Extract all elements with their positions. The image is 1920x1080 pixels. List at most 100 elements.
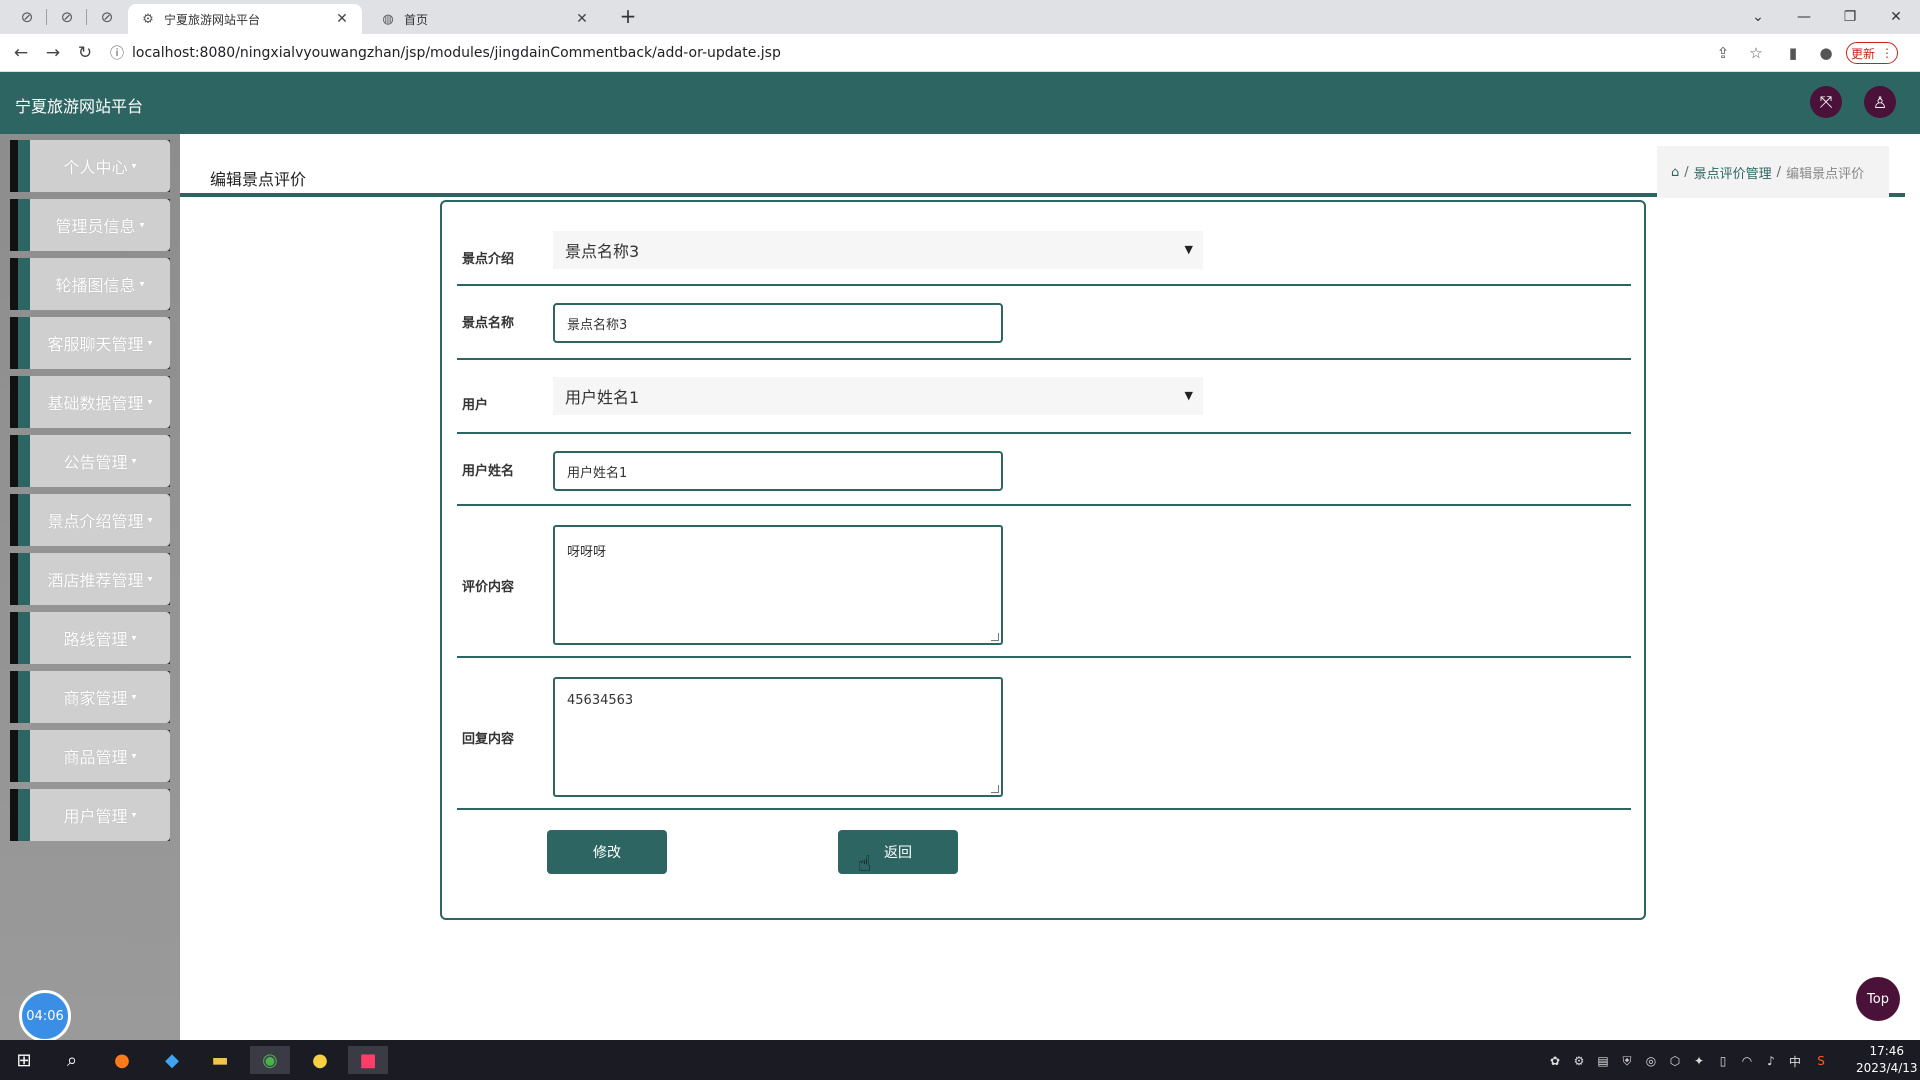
update-button[interactable]: 更新 ⋮ [1846,42,1898,64]
intellij-icon[interactable]: ■ [348,1046,388,1074]
minimize-button[interactable]: — [1782,4,1826,30]
back-button[interactable]: 返回 [838,830,958,874]
caret-down-icon: ▾ [131,160,137,172]
app-icon[interactable]: ● [300,1046,340,1074]
chevron-down-icon[interactable]: ⌄ [1736,4,1780,30]
browser-tab[interactable]: ◍ 首页 ✕ [368,4,602,34]
reload-icon[interactable]: ↻ [74,42,96,64]
submit-button[interactable]: 修改 [547,830,667,874]
sidebar-item-user[interactable]: 用户管理 ▾ [10,789,170,841]
info-icon[interactable]: ⓘ [110,43,132,63]
sidebar-item-route[interactable]: 路线管理 ▾ [10,612,170,664]
spot-name-input[interactable]: 景点名称3 [553,303,1003,343]
vscode-icon[interactable]: ◆ [152,1046,192,1074]
tray-icon[interactable]: ✦ [1690,1052,1708,1070]
breadcrumb-parent[interactable]: 景点评价管理 [1694,163,1772,182]
new-tab-button[interactable]: + [616,6,640,28]
caret-down-icon: ▾ [139,278,145,290]
ime-indicator[interactable]: 中 [1786,1052,1804,1070]
field-label: 评价内容 [462,580,515,595]
sidebar-item-spot-intro[interactable]: 景点介绍管理 ▾ [10,494,170,546]
browser-tab-bar: ⊘ ⊘ ⊘ ⚙ 宁夏旅游网站平台 ✕ ◍ 首页 ✕ + ⌄ — ❐ ✕ [0,0,1920,34]
profile-icon[interactable]: ● [1815,42,1837,64]
windows-start-icon[interactable]: ⊞ [4,1046,44,1074]
sidebar-item-notice[interactable]: 公告管理 ▾ [10,435,170,487]
sogou-icon[interactable]: S [1812,1052,1830,1070]
header-divider [180,193,1905,197]
taskbar-clock[interactable]: 17:46 2023/4/13 [1856,1043,1918,1077]
sidebar-item-chat-management[interactable]: 客服聊天管理 ▾ [10,317,170,369]
sidebar-item-product[interactable]: 商品管理 ▾ [10,730,170,782]
caret-down-icon: ▾ [131,691,137,703]
side-panel-icon[interactable]: ▮ [1782,42,1804,64]
sidebar-item-label: 商家管理 [63,689,128,708]
form-row-user: 用户 用户姓名1 ▼ [457,360,1631,434]
resize-handle[interactable] [991,633,999,641]
breadcrumb-separator: / [1684,164,1689,180]
resize-handle[interactable] [991,785,999,793]
fullscreen-icon[interactable]: ⤧ [1810,86,1842,118]
close-icon[interactable]: ✕ [574,11,590,27]
restore-button[interactable]: ❐ [1828,4,1872,30]
pinned-tab-icon[interactable]: ⊘ [56,6,78,28]
textarea-value: 呀呀呀 [567,545,607,560]
chrome-icon[interactable]: ◉ [250,1046,290,1074]
forward-arrow-icon[interactable]: → [42,42,64,64]
sidebar-item-basic-data[interactable]: 基础数据管理 ▾ [10,376,170,428]
update-label: 更新 [1850,46,1875,61]
share-icon[interactable]: ⇪ [1712,42,1734,64]
caret-down-icon: ▼ [1184,389,1193,402]
close-icon[interactable]: ✕ [334,11,350,27]
star-icon[interactable]: ☆ [1745,42,1767,64]
sidebar-item-personal-center[interactable]: 个人中心 ▾ [10,140,170,192]
form-row-spot-name: 景点名称 景点名称3 [457,286,1631,360]
firefox-icon[interactable]: ● [102,1046,142,1074]
tray-icon[interactable]: ◎ [1642,1052,1660,1070]
sidebar-item-admin-info[interactable]: 管理员信息 ▾ [10,199,170,251]
home-icon[interactable]: ⌂ [1671,165,1679,180]
select-value: 景点名称3 [565,242,640,261]
back-to-top-button[interactable]: Top [1856,977,1900,1021]
user-select[interactable]: 用户姓名1 ▼ [553,377,1203,415]
sidebar-item-label: 公告管理 [63,453,128,472]
reply-textarea[interactable]: 45634563 [553,677,1003,797]
address-bar[interactable]: ⓘ localhost:8080/ningxialvyouwangzhan/js… [110,39,1670,67]
sidebar: 个人中心 ▾ 管理员信息 ▾ 轮播图信息 ▾ 客服聊天管理 ▾ 基础数据管理 ▾ 公告管理… [0,134,180,1040]
window-close-button[interactable]: ✕ [1874,4,1918,30]
pinned-tab-icon[interactable]: ⊘ [96,6,118,28]
hand-cursor-icon: ☝ [858,852,872,877]
battery-icon[interactable]: ▯ [1714,1052,1732,1070]
pinned-tab-icon[interactable]: ⊘ [16,6,38,28]
tab-title: 首页 [404,12,429,27]
browser-tab-active[interactable]: ⚙ 宁夏旅游网站平台 ✕ [128,4,362,34]
sidebar-item-merchant[interactable]: 商家管理 ▾ [10,671,170,723]
form-row-comment: 评价内容 呀呀呀 [457,506,1631,658]
caret-down-icon: ▼ [1184,243,1193,256]
tray-icon[interactable]: ✿ [1546,1052,1564,1070]
sidebar-item-label: 路线管理 [63,630,128,649]
volume-icon[interactable]: ♪ [1762,1052,1780,1070]
tray-icon[interactable]: ▤ [1594,1052,1612,1070]
search-icon[interactable]: ⌕ [52,1046,92,1074]
sidebar-item-carousel-info[interactable]: 轮播图信息 ▾ [10,258,170,310]
file-explorer-icon[interactable]: ▬ [200,1046,240,1074]
comment-textarea[interactable]: 呀呀呀 [553,525,1003,645]
sidebar-item-label: 酒店推荐管理 [47,571,144,590]
back-arrow-icon[interactable]: ← [10,42,32,64]
user-icon[interactable]: ♙ [1864,86,1896,118]
tray-icon[interactable]: ⬡ [1666,1052,1684,1070]
textarea-value: 45634563 [567,693,634,708]
breadcrumb: ⌂ / 景点评价管理 / 编辑景点评价 [1657,146,1889,198]
sidebar-item-label: 用户管理 [63,807,128,826]
user-name-input[interactable]: 用户姓名1 [553,451,1003,491]
wifi-icon[interactable]: ◠ [1738,1052,1756,1070]
caret-down-icon: ▾ [131,809,137,821]
shield-icon[interactable]: ⛨ [1618,1052,1636,1070]
spot-intro-select[interactable]: 景点名称3 ▼ [553,231,1203,269]
tray-icon[interactable]: ⚙ [1570,1052,1588,1070]
breadcrumb-separator: / [1776,164,1782,180]
page-title: 编辑景点评价 [210,170,307,189]
timer-badge[interactable]: 04:06 [19,990,71,1042]
clock-date: 2023/4/13 [1856,1061,1918,1075]
sidebar-item-hotel[interactable]: 酒店推荐管理 ▾ [10,553,170,605]
